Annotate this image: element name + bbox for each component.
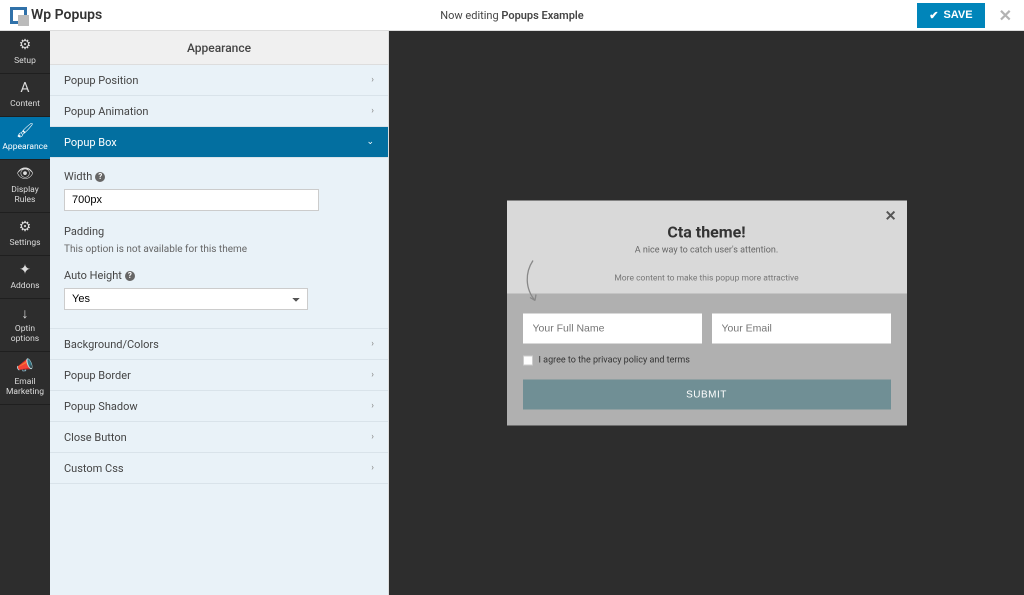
section-title: Appearance: [50, 31, 388, 65]
sidebar-rail: ⚙SetupAContent🖌Appearance👁Display Rules⚙…: [0, 31, 50, 595]
auto-height-select[interactable]: Yes: [64, 288, 308, 310]
popup-title: Cta theme!: [523, 223, 891, 242]
content-icon: A: [17, 80, 33, 96]
width-input[interactable]: [64, 189, 319, 211]
top-bar: Wp Popups Now editing Popups Example ✔ S…: [0, 0, 1024, 31]
optin-options-icon: ↓: [17, 305, 33, 321]
options-panel: Appearance Popup Position›Popup Animatio…: [50, 31, 389, 595]
topbar-right: ✔ SAVE ✕: [917, 3, 1024, 28]
help-icon[interactable]: ?: [125, 271, 135, 281]
accordion-item-background-colors[interactable]: Background/Colors›: [50, 329, 388, 360]
accordion: Popup Position›Popup Animation› Popup Bo…: [50, 65, 388, 595]
arrow-icon: [521, 259, 545, 307]
popup-close-icon[interactable]: ✕: [885, 209, 897, 225]
popup-more-text: More content to make this popup more att…: [507, 274, 907, 294]
accordion-item-popup-border[interactable]: Popup Border›: [50, 360, 388, 391]
accordion-item-close-button[interactable]: Close Button›: [50, 422, 388, 453]
help-icon[interactable]: ?: [95, 172, 105, 182]
accordion-item-popup-position[interactable]: Popup Position›: [50, 65, 388, 96]
popup-form: I agree to the privacy policy and terms …: [507, 294, 907, 426]
accordion-item-popup-shadow[interactable]: Popup Shadow›: [50, 391, 388, 422]
chevron-right-icon: ›: [371, 463, 374, 473]
accordion-item-popup-box[interactable]: Popup Box ⌄: [50, 127, 388, 158]
sidebar-item-appearance[interactable]: 🖌Appearance: [0, 117, 50, 160]
sidebar-item-display-rules[interactable]: 👁Display Rules: [0, 160, 50, 213]
display-rules-icon: 👁: [17, 166, 33, 182]
accordion-item-popup-animation[interactable]: Popup Animation›: [50, 96, 388, 127]
logo-text: Wp Popups: [31, 7, 102, 23]
name-input[interactable]: [523, 314, 702, 344]
field-auto-height: Auto Height ? Yes: [64, 269, 374, 310]
submit-button[interactable]: SUBMIT: [523, 380, 891, 410]
chevron-right-icon: ›: [371, 432, 374, 442]
sidebar-item-email-marketing[interactable]: 📣Email Marketing: [0, 352, 50, 405]
logo: Wp Popups: [0, 7, 102, 24]
logo-icon: [10, 7, 27, 24]
sidebar-item-setup[interactable]: ⚙Setup: [0, 31, 50, 74]
sidebar-item-settings[interactable]: ⚙Settings: [0, 213, 50, 256]
sidebar-item-optin-options[interactable]: ↓Optin options: [0, 299, 50, 352]
chevron-right-icon: ›: [371, 370, 374, 380]
field-width: Width ?: [64, 170, 374, 211]
setup-icon: ⚙: [17, 37, 33, 53]
email-marketing-icon: 📣: [17, 358, 33, 374]
addons-icon: ✦: [17, 262, 33, 278]
save-button[interactable]: ✔ SAVE: [917, 3, 984, 28]
chevron-right-icon: ›: [371, 339, 374, 349]
appearance-icon: 🖌: [17, 123, 33, 139]
field-padding: Padding This option is not available for…: [64, 225, 374, 255]
close-icon[interactable]: ✕: [999, 6, 1012, 25]
main-layout: ⚙SetupAContent🖌Appearance👁Display Rules⚙…: [0, 31, 1024, 595]
popup-box-body: Width ? Padding This option is not avail…: [50, 158, 388, 329]
preview-canvas: . ✕ Cta theme! A nice way to catch user'…: [389, 31, 1024, 595]
editing-label: Now editing Popups Example: [440, 9, 583, 22]
terms-label: I agree to the privacy policy and terms: [539, 356, 690, 366]
sidebar-item-addons[interactable]: ✦Addons: [0, 256, 50, 299]
check-icon: ✔: [929, 9, 938, 22]
chevron-right-icon: ›: [371, 401, 374, 411]
chevron-right-icon: ›: [371, 106, 374, 116]
terms-checkbox[interactable]: [523, 356, 533, 366]
popup-subtitle: A nice way to catch user's attention.: [523, 246, 891, 256]
popup-head: Cta theme! A nice way to catch user's at…: [507, 201, 907, 274]
accordion-item-custom-css[interactable]: Custom Css›: [50, 453, 388, 484]
popup-preview: ✕ Cta theme! A nice way to catch user's …: [507, 201, 907, 426]
popup-preview-wrapper: ✕ Cta theme! A nice way to catch user's …: [507, 201, 907, 426]
chevron-down-icon: ⌄: [366, 137, 374, 147]
sidebar-item-content[interactable]: AContent: [0, 74, 50, 117]
email-input[interactable]: [712, 314, 891, 344]
chevron-right-icon: ›: [371, 75, 374, 85]
settings-icon: ⚙: [17, 219, 33, 235]
